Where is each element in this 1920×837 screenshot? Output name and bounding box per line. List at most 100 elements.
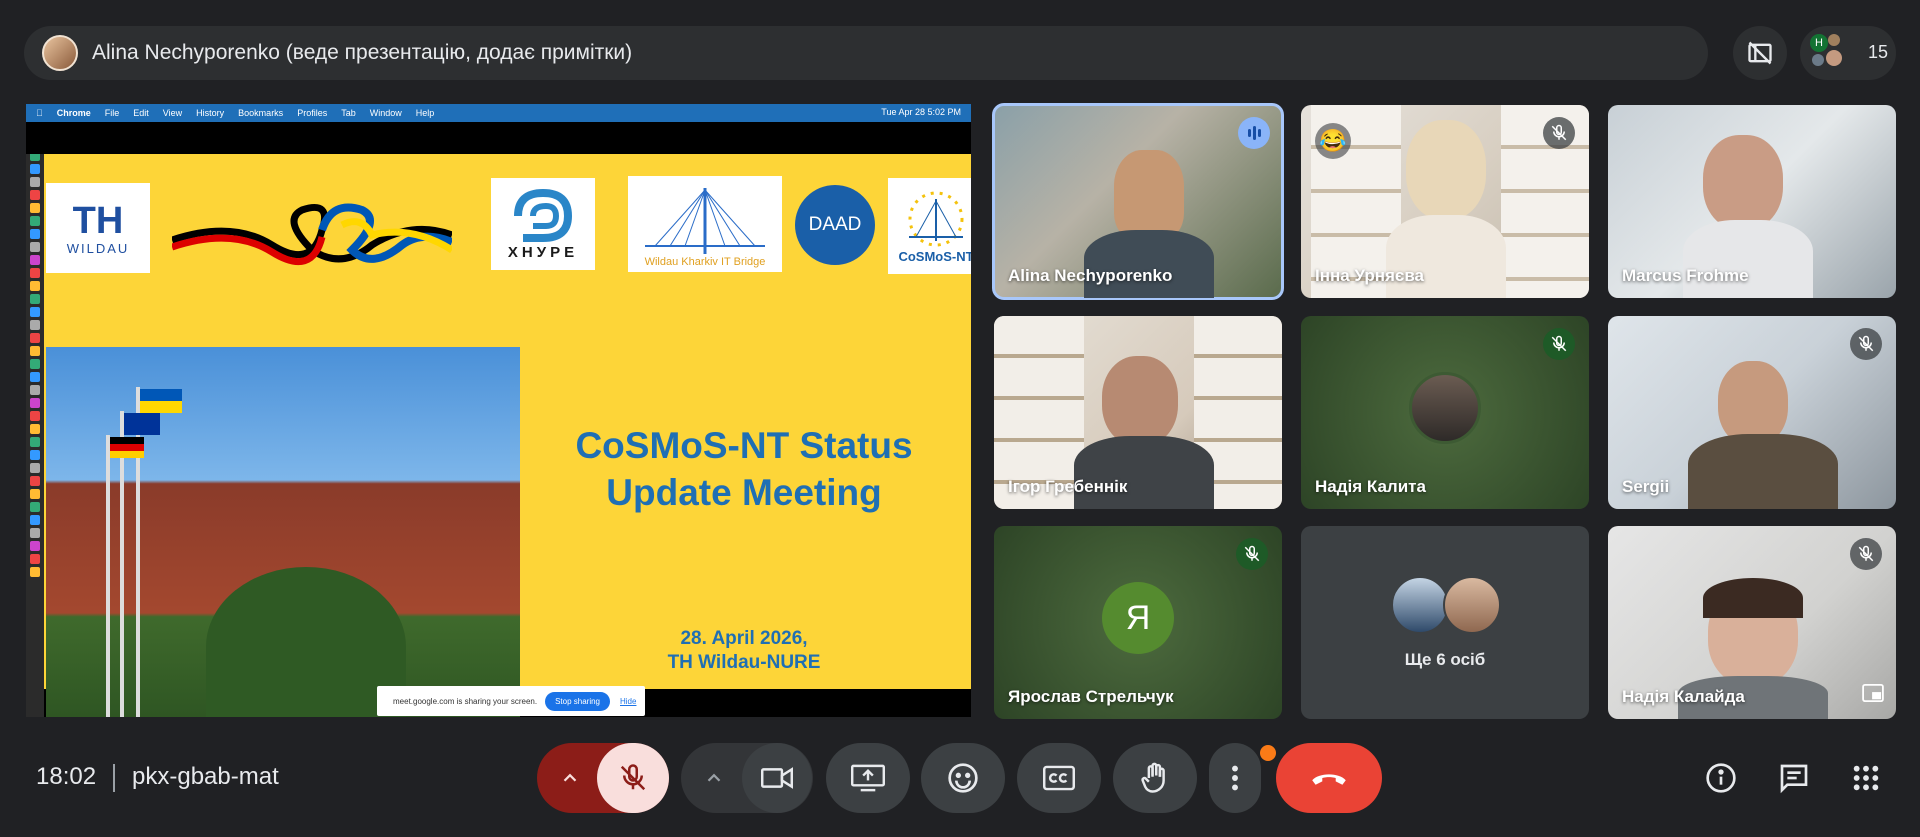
leave-call-button[interactable]: [1276, 743, 1382, 813]
end-call-icon: [1312, 774, 1346, 785]
camera-toggle-button[interactable]: [742, 743, 812, 813]
participant-tile-nadiia-kalaida[interactable]: Надія Калайда: [1608, 526, 1896, 719]
participant-tile-marcus[interactable]: Marcus Frohme: [1608, 105, 1896, 298]
th-logo-text: TH: [72, 199, 124, 242]
video-feed: [1114, 150, 1184, 240]
raise-hand-button[interactable]: [1113, 743, 1197, 813]
ribbon-heart-icon: [172, 203, 452, 265]
reactions-button[interactable]: [921, 743, 1005, 813]
raise-hand-icon: [1141, 762, 1165, 793]
cosmos-stars-bridge-icon: [908, 191, 964, 246]
participant-avatar: [1409, 372, 1481, 444]
participant-name: Надія Калайда: [1622, 687, 1745, 706]
mac-dock: [26, 122, 44, 717]
participant-name: Надія Калита: [1315, 477, 1426, 496]
mic-off-icon: [1850, 328, 1882, 360]
nure-logo-text: ХНУРЕ: [507, 243, 579, 261]
participant-tile-sergii[interactable]: Sergii: [1608, 316, 1896, 509]
participant-count: 15: [1868, 42, 1889, 62]
picture-in-picture-icon[interactable]: [1862, 684, 1884, 707]
mic-toggle-button[interactable]: [597, 743, 669, 813]
th-logo-subtext: WILDAU: [66, 240, 130, 256]
hide-notice-link[interactable]: Hide: [620, 697, 636, 706]
university-building-photo: [46, 347, 520, 717]
cosmos-logo-text: CoSMoS-NT: [898, 248, 971, 264]
apple-icon: : [36, 108, 43, 118]
video-camera-icon: [761, 767, 793, 789]
meeting-code: pkx-gbab-mat: [132, 763, 279, 790]
menubar-item: View: [156, 108, 182, 118]
menubar-item: Bookmarks: [231, 108, 283, 118]
more-options-button[interactable]: [1209, 743, 1276, 813]
presentation-slide: TH WILDAU ХНУРЕ Wildau Kharkiv IT Bridge…: [44, 154, 971, 717]
participant-tile-ihor[interactable]: Ігор Гребеннік: [994, 316, 1282, 509]
participant-tile-others[interactable]: Ще 6 осіб: [1301, 526, 1589, 719]
activities-button[interactable]: [1848, 760, 1884, 796]
menubar-item: History: [189, 108, 224, 118]
participants-button[interactable]: H 15: [1800, 26, 1896, 80]
menubar-item: Profiles: [290, 108, 327, 118]
present-screen-icon: [851, 764, 885, 792]
participant-tile-nadiia-kalyta[interactable]: Надія Калита: [1301, 316, 1589, 509]
participant-tile-inna[interactable]: 😂 Інна Урняєва: [1301, 105, 1589, 298]
mic-off-icon: [1236, 538, 1268, 570]
menubar-item: Tab: [334, 108, 356, 118]
participant-mini-avatar: H: [1810, 34, 1828, 52]
more-vert-icon: [1232, 765, 1238, 791]
participant-avatar: [1391, 576, 1449, 634]
participant-mini-avatar: [1826, 50, 1842, 66]
menubar-item: Edit: [126, 108, 149, 118]
no-video-frame-icon: [1748, 41, 1772, 65]
participant-avatar: Я: [1102, 582, 1174, 654]
browser-top-area: [26, 122, 971, 154]
menubar-item: File: [98, 108, 120, 118]
menubar-app: Chrome: [50, 108, 91, 118]
participant-name: Marcus Frohme: [1622, 266, 1749, 285]
mic-off-icon: [620, 764, 646, 791]
daad-logo-text: DAAD: [808, 214, 862, 235]
participant-mini-avatar: [1828, 34, 1840, 46]
speaking-indicator-icon: [1238, 117, 1270, 149]
menubar-clock: Tue Apr 28 5:02 PM: [881, 107, 961, 117]
presenter-banner[interactable]: Alina Nechyporenko (веде презентацію, до…: [24, 26, 1708, 80]
captions-button[interactable]: [1017, 743, 1101, 813]
others-label: Ще 6 осіб: [1404, 650, 1486, 669]
slide-date-line2: TH Wildau-NURE: [667, 652, 821, 673]
nure-logo: ХНУРЕ: [491, 178, 595, 270]
chat-button[interactable]: [1776, 760, 1812, 796]
mic-options-chevron-icon[interactable]: [559, 767, 581, 789]
meeting-time: 18:02: [36, 763, 97, 790]
chat-icon: [1780, 764, 1808, 794]
participant-mini-avatar: [1812, 54, 1824, 66]
presenter-label: Alina Nechyporenko (веде презентацію, до…: [92, 41, 633, 64]
menubar-item: Help: [408, 108, 435, 118]
participant-name: Ігор Гребеннік: [1008, 477, 1128, 496]
shared-screen:  Chrome File Edit View History Bookmark…: [26, 104, 971, 717]
screen-share-notice: meet.google.com is sharing your screen. …: [377, 686, 645, 716]
nure-emblem-icon: [514, 188, 573, 242]
participant-name: Sergii: [1622, 477, 1670, 496]
slide-title-line1: CoSMoS-NT Status: [575, 425, 913, 466]
slide-title-line2: Update Meeting: [606, 472, 882, 513]
meeting-details-button[interactable]: [1703, 760, 1739, 796]
apps-grid-icon: [1853, 765, 1879, 791]
participant-name: Ярослав Стрельчук: [1008, 687, 1174, 706]
hide-participants-button[interactable]: [1733, 26, 1787, 80]
present-screen-button[interactable]: [826, 743, 910, 813]
mic-off-icon: [1850, 538, 1882, 570]
mic-off-icon: [1543, 117, 1575, 149]
emoji-smile-icon: [948, 763, 978, 793]
it-bridge-logo: Wildau Kharkiv IT Bridge: [628, 176, 782, 272]
participant-tile-alina[interactable]: Alina Nechyporenko: [992, 103, 1284, 300]
notification-dot: [1260, 745, 1276, 761]
participant-name: Інна Урняєва: [1315, 266, 1425, 285]
reaction-emoji: 😂: [1315, 123, 1351, 159]
participant-tile-yaroslav[interactable]: Я Ярослав Стрельчук: [994, 526, 1282, 719]
daad-logo: DAAD: [795, 185, 875, 265]
captions-icon: [1043, 765, 1075, 791]
avatar-initial: Я: [1125, 598, 1151, 637]
stop-sharing-button[interactable]: Stop sharing: [545, 691, 610, 711]
th-wildau-logo: TH WILDAU: [46, 183, 150, 273]
camera-options-chevron-icon[interactable]: [703, 767, 725, 789]
slide-date-line1: 28. April 2026,: [680, 628, 808, 649]
